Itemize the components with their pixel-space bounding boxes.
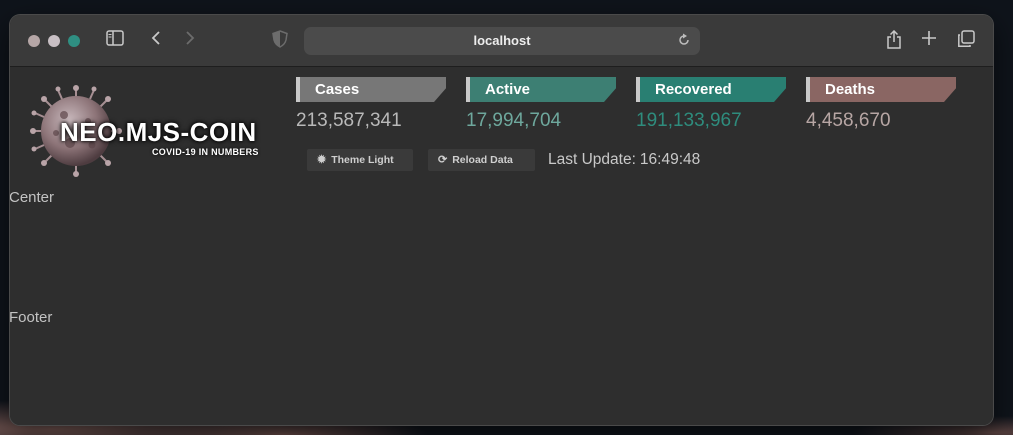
zoom-window-button[interactable] xyxy=(68,35,80,47)
shield-icon[interactable] xyxy=(272,30,288,52)
stat-deaths: Deaths 4,458,670 xyxy=(806,77,956,132)
url-text[interactable]: localhost xyxy=(304,27,700,55)
center-region-label: Center xyxy=(10,189,55,206)
footer-region-label: Footer xyxy=(10,309,53,326)
reload-icon[interactable] xyxy=(678,33,690,50)
stat-label-active: Active xyxy=(466,77,616,102)
stat-cases: Cases 213,587,341 xyxy=(296,77,446,132)
chevron-left-icon[interactable] xyxy=(150,30,162,50)
close-window-button[interactable] xyxy=(28,35,40,47)
stat-value-active: 17,994,704 xyxy=(466,110,562,131)
stat-label-deaths: Deaths xyxy=(806,77,956,102)
stat-label-cases: Cases xyxy=(296,77,446,102)
address-bar[interactable]: localhost xyxy=(304,27,700,55)
sidebar-icon[interactable] xyxy=(106,30,124,50)
chevron-right-icon[interactable] xyxy=(184,30,196,50)
page-viewport: NEO.MJS-COIN COVID-19 IN NUMBERS Cases 2… xyxy=(10,67,993,425)
tabs-overview-icon[interactable] xyxy=(957,30,975,52)
reload-data-button[interactable]: ⟳ Reload Data xyxy=(428,149,535,171)
sun-icon: ✹ xyxy=(317,154,327,166)
sync-icon: ⟳ xyxy=(438,154,448,166)
last-update: Last Update: 16:49:48 xyxy=(548,149,700,171)
browser-toolbar: localhost xyxy=(10,15,993,67)
minimize-window-button[interactable] xyxy=(48,35,60,47)
logo-title: NEO.MJS-COIN xyxy=(60,117,257,147)
stat-label-recovered: Recovered xyxy=(636,77,786,102)
last-update-value: 16:49:48 xyxy=(639,151,701,168)
stat-active: Active 17,994,704 xyxy=(466,77,616,132)
stat-recovered: Recovered 191,133,967 xyxy=(636,77,786,132)
plus-icon[interactable] xyxy=(921,30,937,50)
stat-value-cases: 213,587,341 xyxy=(296,110,402,131)
stat-value-recovered: 191,133,967 xyxy=(636,110,742,131)
stat-value-deaths: 4,458,670 xyxy=(806,110,891,131)
app-logo: NEO.MJS-COIN COVID-19 IN NUMBERS xyxy=(22,79,272,179)
last-update-label: Last Update: xyxy=(548,151,636,168)
theme-button-label: Theme Light xyxy=(331,154,394,166)
share-icon[interactable] xyxy=(886,29,902,54)
browser-window: localhost NEO.MJS-COIN COVID-19 IN NUMBE… xyxy=(10,15,993,425)
logo-subtitle: COVID-19 IN NUMBERS xyxy=(152,147,259,157)
reload-button-label: Reload Data xyxy=(452,154,513,166)
theme-light-button[interactable]: ✹ Theme Light xyxy=(307,149,413,171)
